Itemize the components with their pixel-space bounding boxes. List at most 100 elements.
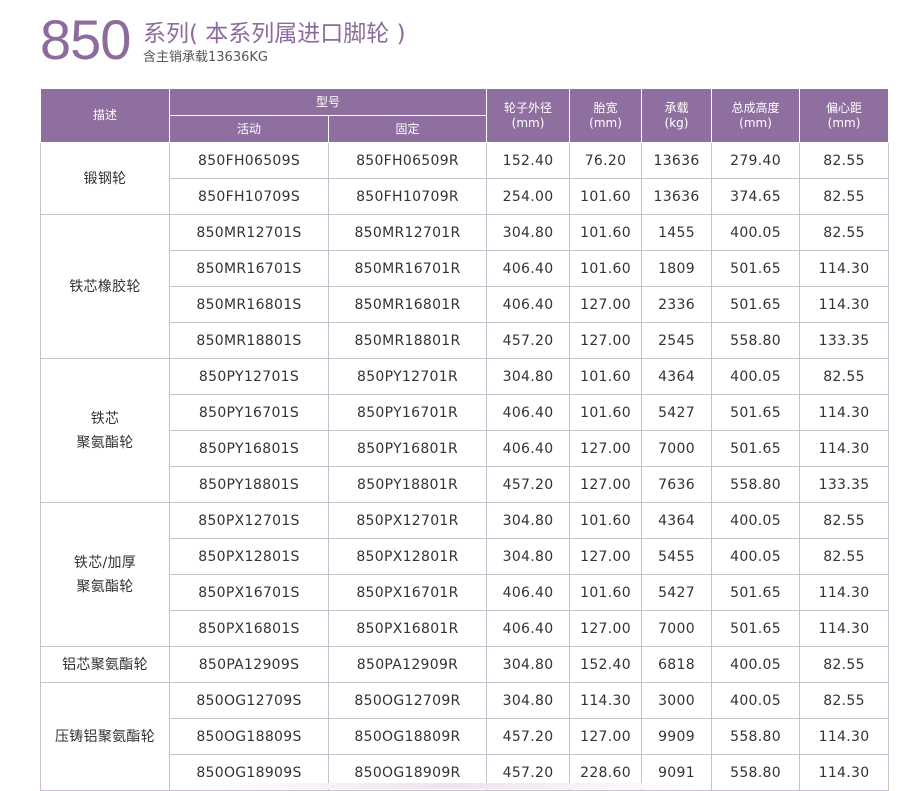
tread-cell: 76.20 xyxy=(569,142,643,179)
height-cell: 558.80 xyxy=(711,754,801,791)
height-cell: 501.65 xyxy=(711,610,801,647)
tread-cell: 101.60 xyxy=(569,502,643,539)
offset-cell: 114.30 xyxy=(799,250,890,287)
wheel-type-label: 铁芯/加厚 xyxy=(73,554,137,571)
col-header-offset: 偏心距 (mm) xyxy=(799,88,890,143)
wheel-type-label: 聚氨酯轮 xyxy=(76,434,134,451)
col-header-height: 总成高度 (mm) xyxy=(711,88,801,143)
wheel-type-cell: 铝芯聚氨酯轮 xyxy=(40,646,170,683)
diameter-cell: 304.80 xyxy=(486,682,571,719)
diameter-cell: 406.40 xyxy=(486,250,571,287)
swivel-model-cell: 850MR16701S xyxy=(169,250,329,287)
offset-cell: 114.30 xyxy=(799,610,890,647)
rigid-model-cell: 850PY18801R xyxy=(327,466,488,503)
height-cell: 558.80 xyxy=(711,466,801,503)
diameter-cell: 406.40 xyxy=(486,430,571,467)
height-cell: 558.80 xyxy=(711,322,801,359)
tread-cell: 127.00 xyxy=(569,610,643,647)
col-header-load: 承载 (kg) xyxy=(641,88,713,143)
offset-cell: 82.55 xyxy=(799,502,890,539)
tread-cell: 101.60 xyxy=(569,574,643,611)
offset-cell: 133.35 xyxy=(799,322,890,359)
load-cell: 9909 xyxy=(641,718,713,755)
offset-cell: 114.30 xyxy=(799,430,890,467)
col-header-tread-unit: (mm) xyxy=(589,115,622,130)
tread-cell: 127.00 xyxy=(569,538,643,575)
offset-cell: 82.55 xyxy=(799,214,890,251)
rigid-model-cell: 850PY12701R xyxy=(327,358,488,395)
offset-cell: 133.35 xyxy=(799,466,890,503)
diameter-cell: 406.40 xyxy=(486,394,571,431)
offset-cell: 114.30 xyxy=(799,754,890,791)
rigid-model-cell: 850PY16701R xyxy=(327,394,488,431)
wheel-type-label: 聚氨酯轮 xyxy=(76,578,134,595)
swivel-model-cell: 850PA12909S xyxy=(169,646,329,683)
rigid-model-cell: 850OG12709R xyxy=(327,682,488,719)
tread-cell: 127.00 xyxy=(569,430,643,467)
offset-cell: 82.55 xyxy=(799,646,890,683)
rigid-model-cell: 850MR16701R xyxy=(327,250,488,287)
offset-cell: 114.30 xyxy=(799,286,890,323)
wheel-type-label: 锻钢轮 xyxy=(83,170,127,187)
table-row: 铝芯聚氨酯轮 850PA12909S 850PA12909R 304.80 152.40… xyxy=(40,646,890,683)
swivel-model-cell: 850PX12801S xyxy=(169,538,329,575)
col-header-offset-unit: (mm) xyxy=(827,115,861,130)
swivel-model-cell: 850MR16801S xyxy=(169,286,329,323)
load-cell: 13636 xyxy=(641,178,713,215)
wheel-type-cell: 铁芯/加厚聚氨酯轮 xyxy=(40,502,170,647)
tread-cell: 101.60 xyxy=(569,214,643,251)
table-row: 压铸铝聚氨酯轮 850OG12709S 850OG12709R 304.80 114.3… xyxy=(40,682,890,791)
table-body: 锻钢轮 850FH06509S 850FH06509R 152.40 76.20 1363… xyxy=(40,142,890,791)
table-row: 锻钢轮 850FH06509S 850FH06509R 152.40 76.20 1363… xyxy=(40,142,890,215)
diameter-cell: 406.40 xyxy=(486,286,571,323)
table-header: 描述 型号 轮子外径 (mm) 胎宽 (mm) 承载 (kg) 总成高度 (mm… xyxy=(40,88,890,143)
col-header-rigid: 固定 xyxy=(327,115,488,143)
rigid-model-cell: 850PX12701R xyxy=(327,502,488,539)
rigid-model-cell: 850PX16801R xyxy=(327,610,488,647)
load-cell: 2336 xyxy=(641,286,713,323)
swivel-model-cell: 850FH06509S xyxy=(169,142,329,179)
load-cell: 5455 xyxy=(641,538,713,575)
height-cell: 501.65 xyxy=(711,394,801,431)
col-header-diameter-label: 轮子外径 xyxy=(504,100,553,115)
diameter-cell: 304.80 xyxy=(486,214,571,251)
load-cell: 7636 xyxy=(641,466,713,503)
wheel-type-label: 压铸铝聚氨酯轮 xyxy=(54,728,156,745)
rigid-model-cell: 850MR18801R xyxy=(327,322,488,359)
rigid-model-cell: 850FH10709R xyxy=(327,178,488,215)
series-load-note: 含主销承载13636KG xyxy=(143,50,268,65)
col-header-load-label: 承载 xyxy=(664,100,689,115)
col-header-tread-label: 胎宽 xyxy=(593,100,618,115)
decorative-strip xyxy=(200,783,700,789)
load-cell: 1809 xyxy=(641,250,713,287)
swivel-model-cell: 850FH10709S xyxy=(169,178,329,215)
swivel-model-cell: 850OG12709S xyxy=(169,682,329,719)
tread-cell: 101.60 xyxy=(569,178,643,215)
diameter-cell: 406.40 xyxy=(486,610,571,647)
height-cell: 400.05 xyxy=(711,214,801,251)
wheel-type-cell: 铁芯 聚氨酯轮 xyxy=(40,358,170,503)
tread-cell: 127.00 xyxy=(569,718,643,755)
offset-cell: 114.30 xyxy=(799,718,890,755)
rigid-model-cell: 850PY16801R xyxy=(327,430,488,467)
diameter-cell: 406.40 xyxy=(486,574,571,611)
rigid-model-cell: 850PA12909R xyxy=(327,646,488,683)
table-row: 铁芯/加厚 聚氨酯轮 850PX12701S 850PX12701R 304.80 101… xyxy=(40,502,890,647)
load-cell: 4364 xyxy=(641,358,713,395)
wheel-type-cell: 锻钢轮 xyxy=(40,142,170,215)
diameter-cell: 304.80 xyxy=(486,646,571,683)
swivel-model-cell: 850PY12701S xyxy=(169,358,329,395)
spec-table: 描述 型号 轮子外径 (mm) 胎宽 (mm) 承载 (kg) 总成高度 (mm… xyxy=(40,88,890,791)
col-header-swivel: 活动 xyxy=(169,115,329,143)
load-cell: 4364 xyxy=(641,502,713,539)
height-cell: 501.65 xyxy=(711,250,801,287)
offset-cell: 82.55 xyxy=(799,682,890,719)
height-cell: 501.65 xyxy=(711,430,801,467)
diameter-cell: 254.00 xyxy=(486,178,571,215)
height-cell: 400.05 xyxy=(711,538,801,575)
swivel-model-cell: 850PY16701S xyxy=(169,394,329,431)
rigid-model-cell: 850OG18809R xyxy=(327,718,488,755)
load-cell: 7000 xyxy=(641,430,713,467)
offset-cell: 82.55 xyxy=(799,358,890,395)
height-cell: 279.40 xyxy=(711,142,801,179)
